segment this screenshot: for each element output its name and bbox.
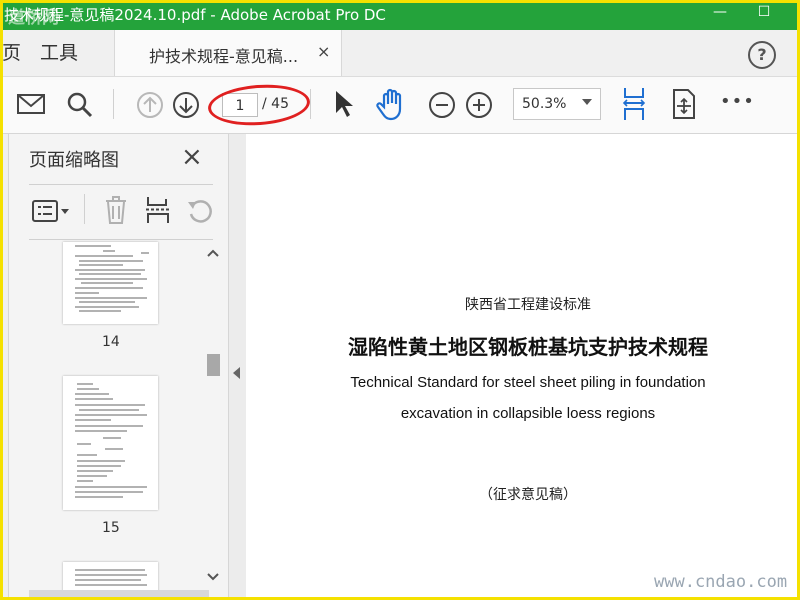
tab-tools[interactable]: 工具 (40, 38, 78, 65)
document-title-cn: 湿陷性黄土地区钢板桩基坑支护技术规程 (348, 335, 708, 359)
split-page-icon[interactable] (144, 195, 172, 225)
tab-home[interactable]: 页 (2, 38, 21, 65)
panel-divider (29, 184, 213, 185)
zoom-dropdown[interactable]: 50.3% (513, 88, 601, 120)
more-tools-icon[interactable]: ••• (720, 91, 755, 112)
panel-close-button[interactable]: × (181, 142, 203, 172)
minimize-button[interactable]: — (698, 0, 742, 26)
chevron-down-icon (582, 99, 592, 105)
toolbar: 1 / 45 50.3% ••• (0, 77, 800, 134)
rotate-icon[interactable] (186, 197, 214, 225)
search-icon[interactable] (66, 91, 94, 119)
thumbnail-page-number: 15 (102, 520, 120, 536)
document-view[interactable]: 陕西省工程建设标准 湿陷性黄土地区钢板桩基坑支护技术规程 Technical S… (246, 134, 800, 600)
document-title-en-line2: excavation in collapsible loess regions (400, 405, 656, 422)
maximize-button[interactable]: ☐ (742, 0, 786, 26)
full-screen-icon[interactable] (670, 88, 698, 120)
tab-document-label: 护技术规程-意见稿... (149, 47, 299, 66)
scrollbar-thumb[interactable] (207, 354, 220, 376)
hand-tool-icon[interactable] (376, 87, 408, 121)
zoom-out-icon[interactable] (428, 91, 456, 119)
watermark-logo-text: 道桥网 (8, 8, 59, 28)
tab-bar: 页 工具 护技术规程-意见稿... × (0, 30, 800, 77)
document-title-en-line1: Technical Standard for steel sheet pilin… (350, 374, 706, 391)
title-bar: 技术规程-意见稿2024.10.pdf - Adobe Acrobat Pro … (0, 0, 800, 30)
page-thumbnails-panel: 页面缩略图 × 14 15 (9, 134, 228, 600)
document-draft-label: （征求意见稿） (479, 487, 577, 503)
thumbnail-scrollbar[interactable] (203, 242, 223, 592)
mail-icon[interactable] (16, 91, 46, 117)
trash-icon[interactable] (104, 195, 128, 225)
page-thumbnail[interactable] (63, 242, 158, 324)
watermark-url: www.cndao.com (654, 572, 788, 592)
previous-page-icon[interactable] (136, 91, 164, 119)
tab-close-button[interactable]: × (317, 42, 330, 61)
tab-document[interactable]: 护技术规程-意见稿... × (114, 30, 342, 76)
thumbnail-options-icon[interactable] (31, 198, 71, 224)
horizontal-scrollbar[interactable] (29, 590, 209, 598)
panel-collapse-handle[interactable] (228, 134, 246, 600)
left-nav-strip (0, 134, 9, 600)
collapse-arrow-icon (233, 367, 240, 379)
zoom-in-icon[interactable] (465, 91, 493, 119)
page-thumbnail[interactable] (63, 562, 158, 592)
next-page-icon[interactable] (172, 91, 200, 119)
thumbnail-page-number: 14 (102, 334, 120, 350)
toolbar-divider (310, 89, 311, 119)
toolbar-divider (113, 89, 114, 119)
panel-title: 页面缩略图 (29, 150, 119, 171)
select-tool-icon[interactable] (332, 89, 356, 119)
zoom-value: 50.3% (522, 96, 567, 112)
fit-page-icon[interactable] (620, 85, 648, 123)
scroll-down-icon[interactable] (206, 572, 220, 582)
scroll-up-icon[interactable] (206, 248, 220, 258)
page-thumbnail[interactable] (63, 376, 158, 510)
panel-divider (29, 239, 213, 240)
panel-toolbar-divider (84, 194, 85, 224)
window-title: 技术规程-意见稿2024.10.pdf - Adobe Acrobat Pro … (4, 6, 386, 24)
document-org: 陕西省工程建设标准 (465, 297, 591, 313)
red-annotation-circle (206, 81, 312, 129)
help-button[interactable]: ? (748, 41, 776, 69)
